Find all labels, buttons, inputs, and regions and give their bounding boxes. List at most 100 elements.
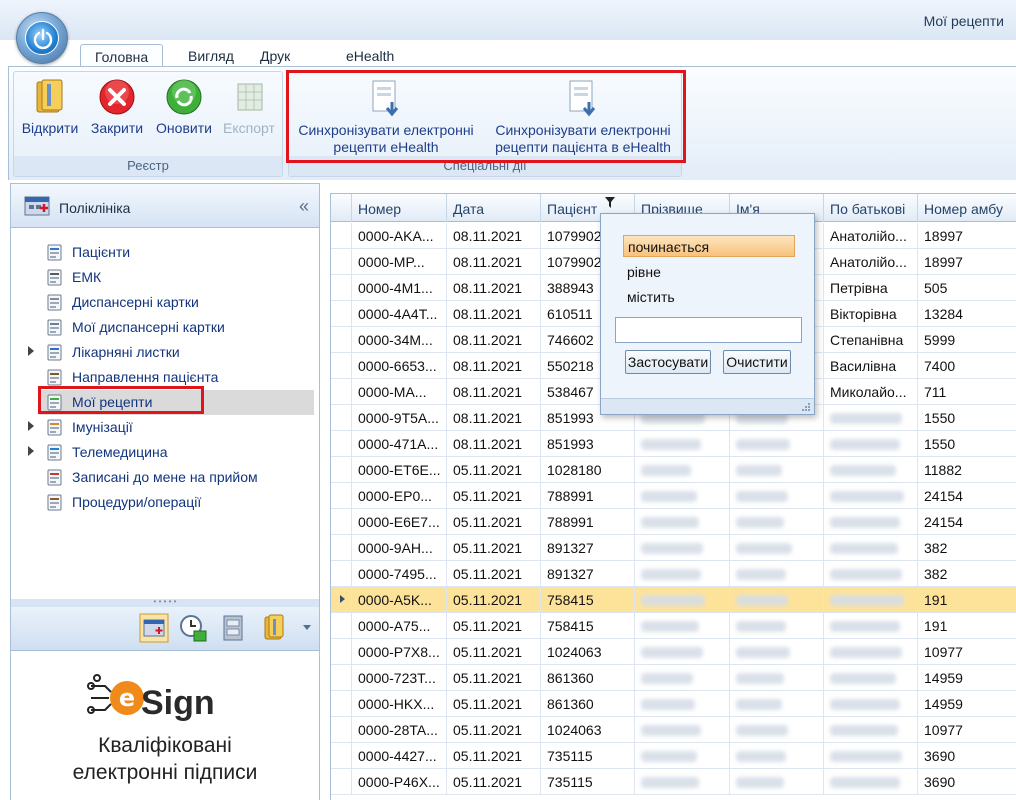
cell-date: 05.11.2021 — [446, 743, 540, 769]
refresh-button[interactable]: Оновити — [150, 78, 218, 137]
cell-name-redacted — [729, 561, 823, 587]
table-row[interactable]: 0000-28TA... 05.11.2021 1024063 10977 — [331, 717, 1016, 743]
cell-name-redacted — [729, 717, 823, 743]
cell-surname-redacted — [634, 665, 729, 691]
cell-surname-redacted — [634, 535, 729, 561]
cell-date: 05.11.2021 — [446, 691, 540, 717]
archive-cabinet-icon[interactable] — [218, 613, 248, 643]
table-row[interactable]: 0000-EP0... 05.11.2021 788991 24154 — [331, 483, 1016, 509]
table-row[interactable]: 0000-P7X8... 05.11.2021 1024063 10977 — [331, 639, 1016, 665]
table-row[interactable]: 0000-7495... 05.11.2021 891327 382 — [331, 561, 1016, 587]
table-row[interactable]: 0000-HKX... 05.11.2021 861360 14959 — [331, 691, 1016, 717]
column-filter-popup: починається рівне містить Застосувати Оч… — [600, 213, 815, 415]
redaction-blur — [736, 699, 782, 710]
cell-patronymic — [823, 405, 917, 431]
cell-patient-id: 861360 — [540, 691, 634, 717]
cell-date: 08.11.2021 — [446, 275, 540, 301]
cell-surname-redacted — [634, 561, 729, 587]
expand-arrow-icon[interactable] — [28, 421, 34, 431]
cell-surname-redacted — [634, 743, 729, 769]
cell-ambulatory-number: 1550 — [917, 405, 1016, 431]
schedule-clock-icon[interactable] — [178, 613, 208, 643]
apply-filter-button[interactable]: Застосувати — [625, 350, 711, 374]
filter-value-input[interactable] — [615, 317, 802, 343]
nav-item-0[interactable]: Пацієнти — [11, 240, 319, 265]
cell-ambulatory-number: 382 — [917, 561, 1016, 587]
clinic-view-icon[interactable] — [139, 613, 169, 643]
esign-promo[interactable]: e Sign Кваліфіковані електронні підписи — [11, 654, 319, 800]
redaction-blur — [641, 491, 697, 502]
cell-date: 05.11.2021 — [446, 509, 540, 535]
cell-patronymic — [823, 613, 917, 639]
cell-patronymic — [823, 535, 917, 561]
ribbon-tabs: Головна Вигляд Друк eHealth — [0, 40, 1016, 69]
cell-patient-id: 891327 — [540, 561, 634, 587]
chevron-down-icon[interactable] — [303, 625, 311, 631]
collapse-panel-button[interactable]: « — [299, 196, 309, 217]
nav-item-10[interactable]: Процедури/операції — [11, 490, 319, 515]
table-row[interactable]: 0000-ET6E... 05.11.2021 1028180 11882 — [331, 457, 1016, 483]
expand-arrow-icon[interactable] — [28, 446, 34, 456]
table-row[interactable]: 0000-9AH... 05.11.2021 891327 382 — [331, 535, 1016, 561]
filter-option-equals[interactable]: рівне — [623, 261, 795, 283]
table-row[interactable]: 0000-4427... 05.11.2021 735115 3690 — [331, 743, 1016, 769]
column-header-0[interactable]: Номер — [351, 194, 446, 222]
nav-item-3[interactable]: Мої диспансерні картки — [11, 315, 319, 340]
cell-date: 05.11.2021 — [446, 717, 540, 743]
esign-tagline: Кваліфіковані електронні підписи — [11, 732, 319, 786]
panel-splitter[interactable]: • • • • • — [11, 598, 319, 607]
row-indicator-icon — [340, 595, 345, 603]
nav-item-2[interactable]: Диспансерні картки — [11, 290, 319, 315]
export-grid-icon — [237, 83, 263, 111]
cell-number: 0000-28TA... — [351, 717, 446, 743]
column-header-5[interactable]: По батькові — [823, 194, 917, 222]
close-button[interactable]: Закрити — [86, 78, 148, 137]
cell-surname-redacted — [634, 483, 729, 509]
table-row[interactable]: 0000-471A... 08.11.2021 851993 1550 — [331, 431, 1016, 457]
column-filter-icon[interactable] — [605, 197, 615, 208]
redaction-blur — [830, 569, 902, 580]
emk-icon — [47, 269, 62, 286]
table-row[interactable]: 0000-P46X... 05.11.2021 735115 3690 — [331, 769, 1016, 795]
table-row[interactable]: 0000-A5K... 05.11.2021 758415 191 — [331, 587, 1016, 613]
redaction-blur — [830, 647, 902, 658]
nav-item-9[interactable]: Записані до мене на прийом — [11, 465, 319, 490]
folder-book-small-icon[interactable] — [259, 613, 289, 643]
cell-number: 0000-A5K... — [351, 587, 446, 613]
nav-item-label: Записані до мене на прийом — [72, 469, 258, 485]
cell-patronymic — [823, 665, 917, 691]
column-header-1[interactable]: Дата — [446, 194, 540, 222]
clear-filter-button[interactable]: Очистити — [723, 350, 791, 374]
nav-item-7[interactable]: Імунізації — [11, 415, 319, 440]
cell-patronymic — [823, 457, 917, 483]
redaction-blur — [736, 595, 788, 606]
cell-patient-id: 758415 — [540, 587, 634, 613]
cell-patronymic — [823, 587, 917, 613]
filter-option-starts-with[interactable]: починається — [623, 235, 795, 257]
cell-name-redacted — [729, 457, 823, 483]
column-header-6[interactable]: Номер амбу — [917, 194, 1016, 222]
open-button[interactable]: Відкрити — [16, 78, 84, 137]
cell-patient-id: 891327 — [540, 535, 634, 561]
app-menu-button[interactable] — [16, 12, 68, 64]
export-button[interactable]: Експорт — [218, 78, 280, 137]
table-row[interactable]: 0000-A75... 05.11.2021 758415 191 — [331, 613, 1016, 639]
cards-icon — [47, 294, 62, 311]
expand-arrow-icon[interactable] — [28, 346, 34, 356]
cell-patient-id: 861360 — [540, 665, 634, 691]
patients-icon — [47, 244, 62, 261]
filter-option-contains[interactable]: містить — [623, 286, 795, 308]
nav-item-8[interactable]: Телемедицина — [11, 440, 319, 465]
table-row[interactable]: 0000-723T... 05.11.2021 861360 14959 — [331, 665, 1016, 691]
cell-ambulatory-number: 505 — [917, 275, 1016, 301]
cell-ambulatory-number: 24154 — [917, 509, 1016, 535]
cell-date: 05.11.2021 — [446, 613, 540, 639]
nav-item-1[interactable]: ЕМК — [11, 265, 319, 290]
table-row[interactable]: 0000-E6E7... 05.11.2021 788991 24154 — [331, 509, 1016, 535]
cell-surname-redacted — [634, 691, 729, 717]
refresh-green-icon — [166, 79, 202, 115]
highlight-box-sync — [286, 70, 686, 163]
cell-patronymic: Анатолійо... — [823, 249, 917, 275]
resize-grip[interactable] — [601, 398, 814, 414]
nav-item-4[interactable]: Лікарняні листки — [11, 340, 319, 365]
